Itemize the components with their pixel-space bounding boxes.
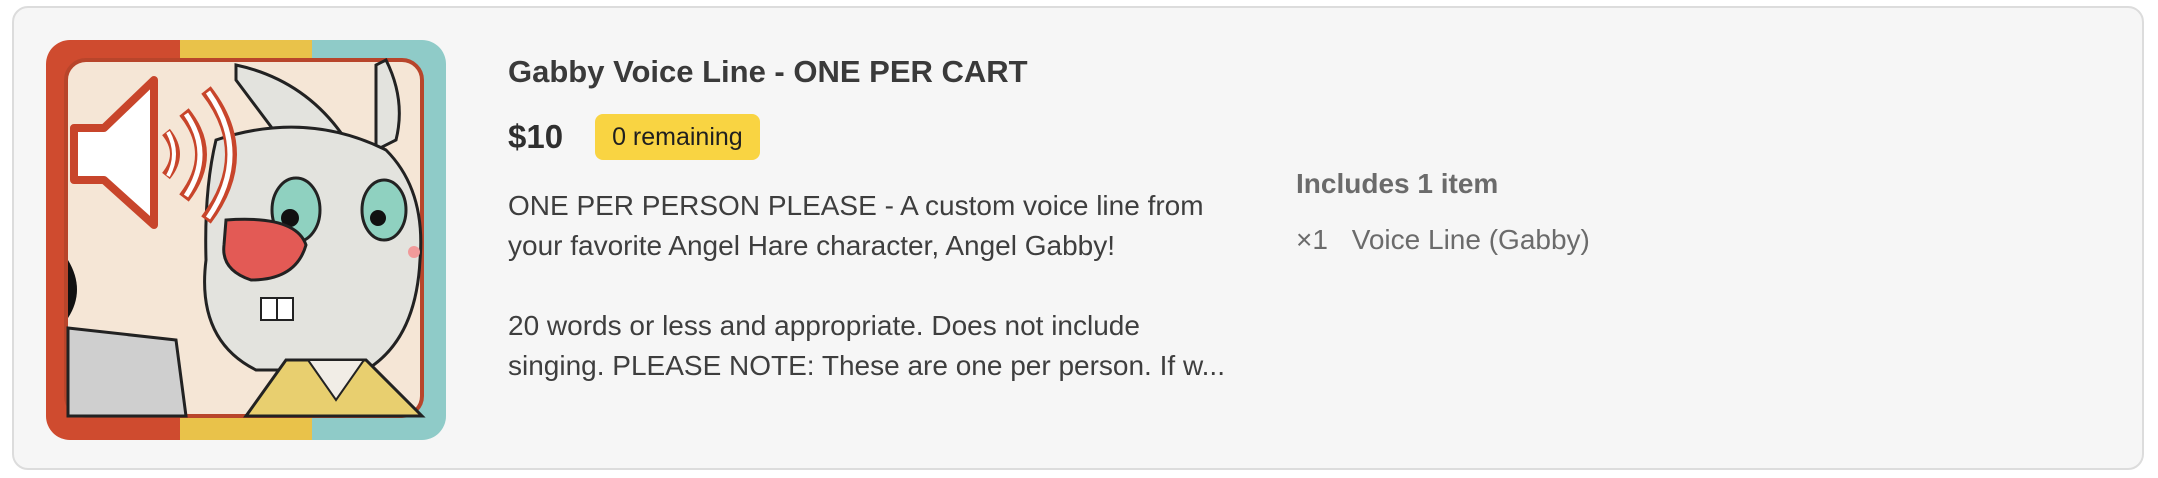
product-price: $10 (508, 118, 564, 155)
product-thumbnail[interactable] (46, 40, 446, 440)
product-title[interactable]: Gabby Voice Line - ONE PER CART (508, 52, 1288, 92)
included-item-qty: ×1 (1296, 224, 1328, 255)
included-item: ×1 Voice Line (Gabby) (1296, 220, 1796, 260)
product-card[interactable]: Gabby Voice Line - ONE PER CART $10 0 re… (12, 6, 2144, 470)
included-item-name: Voice Line (Gabby) (1351, 224, 1590, 255)
includes-heading: Includes 1 item (1296, 168, 1499, 199)
description-line: ONE PER PERSON PLEASE - A custom voice l… (508, 190, 1204, 221)
product-info: Gabby Voice Line - ONE PER CART $10 0 re… (508, 42, 1288, 386)
includes-section: Includes 1 item ×1 Voice Line (Gabby) (1296, 164, 1796, 260)
description-line: 20 words or less and appropriate. Does n… (508, 310, 1140, 341)
price-row: $10 0 remaining (508, 114, 1288, 160)
description-line: singing. PLEASE NOTE: These are one per … (508, 350, 1225, 381)
product-image (46, 40, 446, 440)
description-line: your favorite Angel Hare character, Ange… (508, 230, 1116, 261)
product-description: ONE PER PERSON PLEASE - A custom voice l… (508, 186, 1288, 386)
stock-badge: 0 remaining (595, 114, 760, 160)
